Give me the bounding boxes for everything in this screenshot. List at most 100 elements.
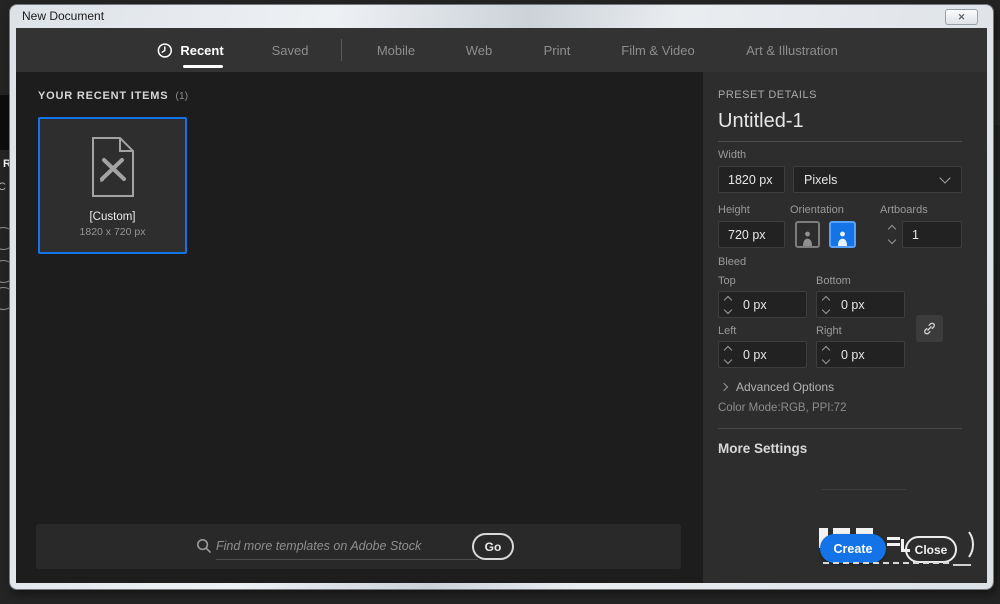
chevron-down-icon: [939, 172, 950, 183]
bleed-bottom-label: Bottom: [816, 275, 851, 287]
stepper-down-icon: [724, 355, 732, 363]
artboards-input[interactable]: [903, 222, 961, 247]
bleed-right-label: Right: [816, 325, 842, 337]
screen: R C New Document ✕ Recent Saved: [0, 0, 1000, 604]
stepper-down-icon: [822, 355, 830, 363]
tab-separator: [341, 39, 342, 61]
faint-divider: [822, 489, 906, 490]
recent-items-heading: YOUR RECENT ITEMS(1): [38, 90, 188, 102]
stepper-up-icon: [888, 225, 896, 233]
close-icon: ✕: [958, 12, 966, 22]
stepper-down-icon: [822, 305, 830, 313]
stepper-up-icon: [724, 345, 732, 353]
recent-item-dimensions: 1820 x 720 px: [80, 226, 146, 238]
preset-details-heading: PRESET DETAILS: [718, 89, 817, 101]
orientation-label: Orientation: [790, 204, 844, 216]
create-button[interactable]: Create: [820, 534, 886, 563]
height-input[interactable]: [719, 222, 784, 247]
backdrop-partial-text: C: [0, 181, 6, 193]
dialog-body: Recent Saved Mobile Web Print Film & Vid…: [16, 28, 987, 583]
document-template-icon: [86, 135, 140, 199]
stepper-down-icon: [888, 236, 896, 244]
document-name[interactable]: Untitled-1: [718, 110, 804, 133]
tab-label: Saved: [272, 43, 309, 58]
backdrop-right-strip: [993, 40, 1000, 125]
render-glitch-artifact: [887, 543, 900, 546]
stepper[interactable]: [817, 297, 833, 313]
preset-category-tabs: Recent Saved Mobile Web Print Film & Vid…: [16, 28, 987, 72]
bleed-top-field[interactable]: 0 px: [718, 291, 807, 318]
adobe-stock-search-bar: Go: [36, 524, 681, 569]
stepper[interactable]: [817, 347, 833, 363]
active-tab-underline: [183, 65, 223, 68]
advanced-options-toggle[interactable]: Advanced Options: [721, 380, 834, 394]
bleed-right-value: 0 px: [833, 348, 865, 362]
bleed-left-value: 0 px: [735, 348, 767, 362]
stepper-up-icon: [822, 345, 830, 353]
artboards-label: Artboards: [880, 204, 928, 216]
recent-item-custom[interactable]: [Custom] 1820 x 720 px: [38, 117, 187, 254]
chevron-right-icon: [720, 383, 728, 391]
orientation-landscape-icon[interactable]: [829, 221, 856, 248]
render-glitch-artifact: [887, 537, 900, 540]
units-value: Pixels: [794, 173, 941, 187]
orientation-portrait-icon[interactable]: [795, 221, 820, 248]
more-settings-link[interactable]: More Settings: [718, 441, 807, 456]
width-label: Width: [718, 149, 746, 161]
bleed-right-field[interactable]: 0 px: [816, 341, 905, 368]
tab-film-video[interactable]: Film & Video: [621, 28, 694, 72]
color-mode-summary: Color Mode:RGB, PPI:72: [718, 402, 846, 414]
tab-label: Mobile: [377, 43, 415, 58]
artboards-field: [902, 221, 962, 248]
person-glyph: [837, 231, 848, 246]
tab-label: Web: [466, 43, 493, 58]
bleed-top-value: 0 px: [735, 298, 767, 312]
render-glitch-artifact: [823, 562, 949, 564]
bleed-left-label: Left: [718, 325, 736, 337]
tab-label: Recent: [180, 43, 223, 58]
recent-items-pane: YOUR RECENT ITEMS(1) [Custom] 1820 x 720…: [16, 72, 703, 583]
tab-label: Art & Illustration: [746, 43, 838, 58]
advanced-options-label: Advanced Options: [736, 380, 834, 394]
width-field: [718, 166, 785, 193]
recent-items-title: YOUR RECENT ITEMS: [38, 90, 168, 102]
bleed-label: Bleed: [718, 256, 746, 268]
bleed-top-label: Top: [718, 275, 736, 287]
stepper-up-icon: [724, 295, 732, 303]
tab-label: Print: [544, 43, 571, 58]
tab-label: Film & Video: [621, 43, 694, 58]
new-document-dialog: New Document ✕ Recent Saved Mobile Web P…: [10, 5, 993, 589]
divider: [718, 428, 962, 429]
divider: [718, 141, 962, 142]
render-glitch-artifact: [948, 527, 974, 562]
clock-icon: [156, 42, 173, 59]
search-icon: [196, 538, 212, 554]
stock-search-input[interactable]: [216, 532, 478, 560]
bleed-bottom-value: 0 px: [833, 298, 865, 312]
height-field: [718, 221, 785, 248]
units-dropdown[interactable]: Pixels: [793, 166, 962, 193]
stepper[interactable]: [719, 297, 735, 313]
stepper-down-icon: [724, 305, 732, 313]
tab-web[interactable]: Web: [466, 28, 493, 72]
recent-item-name: [Custom]: [89, 211, 135, 223]
link-icon: [922, 321, 937, 336]
bleed-left-field[interactable]: 0 px: [718, 341, 807, 368]
preset-details-panel: PRESET DETAILS Untitled-1 Width Pixels H…: [703, 72, 987, 583]
tab-mobile[interactable]: Mobile: [377, 28, 415, 72]
stepper[interactable]: [719, 347, 735, 363]
tab-art-illustration[interactable]: Art & Illustration: [746, 28, 838, 72]
window-close-button[interactable]: ✕: [945, 9, 978, 25]
person-glyph: [802, 231, 813, 246]
render-glitch-artifact: [953, 564, 971, 566]
width-input[interactable]: [719, 167, 784, 192]
go-button[interactable]: Go: [472, 533, 514, 560]
height-label: Height: [718, 204, 750, 216]
bleed-link-button[interactable]: [916, 315, 943, 342]
tab-print[interactable]: Print: [544, 28, 571, 72]
artboards-stepper[interactable]: [886, 221, 898, 248]
bleed-bottom-field[interactable]: 0 px: [816, 291, 905, 318]
title-bar: New Document ✕: [10, 5, 993, 28]
window-title: New Document: [22, 9, 104, 23]
tab-saved[interactable]: Saved: [272, 28, 309, 72]
